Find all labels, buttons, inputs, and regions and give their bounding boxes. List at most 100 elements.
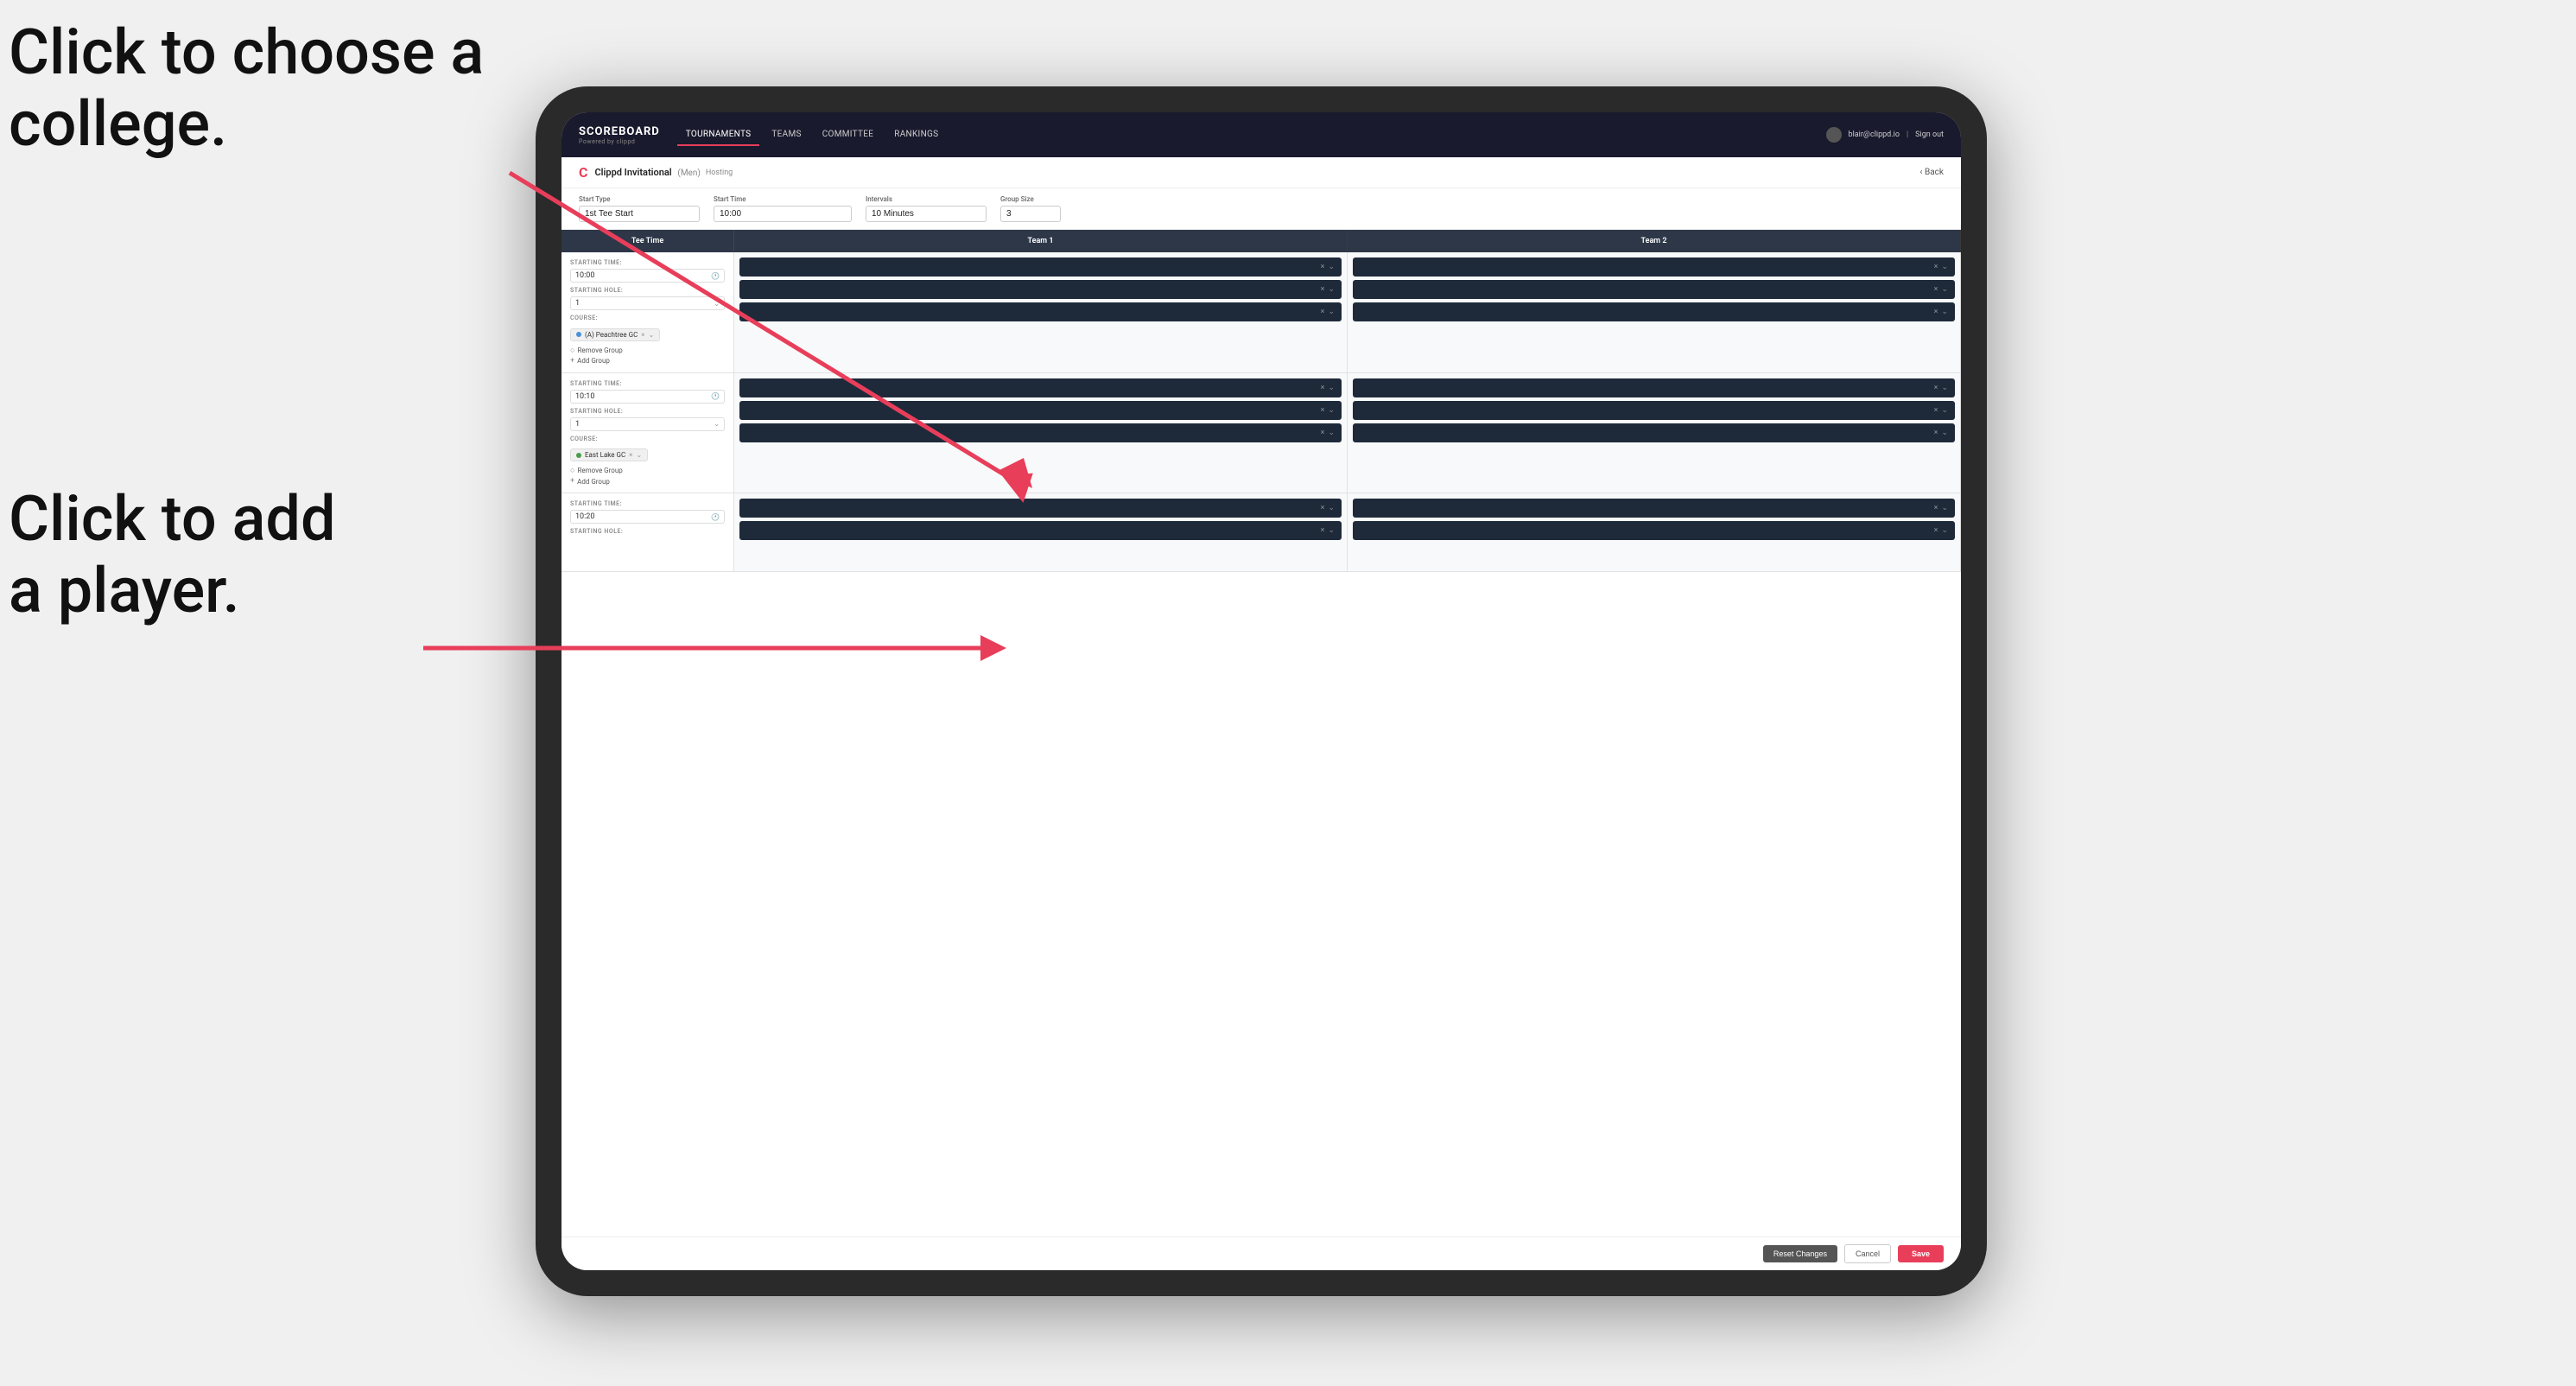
- add-group-2[interactable]: + Add Group: [570, 477, 725, 486]
- slot-arrow-2-3[interactable]: ⌄: [1941, 308, 1948, 316]
- slot-x-4-2[interactable]: ×: [1934, 406, 1938, 415]
- hole-select-1[interactable]: 1 ⌄: [570, 296, 725, 310]
- course-tag-2[interactable]: East Lake GC × ⌄: [570, 448, 648, 461]
- slot-arrow-2-2[interactable]: ⌄: [1941, 285, 1948, 294]
- slot-arrow-5-1[interactable]: ⌄: [1328, 504, 1335, 512]
- annotation-top-line2: college.: [9, 87, 227, 161]
- annotation-mid-line1: Click to add: [9, 482, 336, 556]
- slot-arrow-4-1[interactable]: ⌄: [1941, 384, 1948, 392]
- slot-x-6-1[interactable]: ×: [1934, 504, 1938, 512]
- teams-side-1: × ⌄ × ⌄: [734, 252, 1961, 372]
- back-button[interactable]: ‹ Back: [1920, 168, 1944, 177]
- logo-area: SCOREBOARD Powered by clippd: [579, 125, 660, 145]
- player-slot-4-3[interactable]: × ⌄: [1353, 423, 1955, 442]
- slot-x-2-2[interactable]: ×: [1934, 285, 1938, 294]
- cancel-button[interactable]: Cancel: [1844, 1244, 1891, 1263]
- slot-arrow-4-2[interactable]: ⌄: [1941, 406, 1948, 415]
- annotation-top-line1: Click to choose a: [9, 16, 484, 89]
- slot-arrow-1-1[interactable]: ⌄: [1328, 263, 1335, 271]
- slot-x-1-2[interactable]: ×: [1321, 285, 1325, 294]
- start-type-field: Start Type 1st Tee Start: [579, 195, 700, 222]
- starting-hole-label-3: STARTING HOLE:: [570, 528, 725, 535]
- player-slot-2-3[interactable]: × ⌄: [1353, 302, 1955, 321]
- slot-arrow-1-2[interactable]: ⌄: [1328, 285, 1335, 294]
- intervals-select[interactable]: 10 Minutes: [866, 206, 987, 222]
- starting-time-input-1[interactable]: 10:00 🕐: [570, 269, 725, 283]
- add-group-1[interactable]: + Add Group: [570, 357, 725, 366]
- save-button[interactable]: Save: [1898, 1245, 1944, 1262]
- teams-side-3: × ⌄ × ⌄: [734, 493, 1961, 571]
- remove-group-2[interactable]: ○ Remove Group: [570, 466, 725, 475]
- tablet-screen: SCOREBOARD Powered by clippd TOURNAMENTS…: [562, 112, 1961, 1270]
- slot-x-2-3[interactable]: ×: [1934, 308, 1938, 316]
- slot-arrow-3-1[interactable]: ⌄: [1328, 384, 1335, 392]
- main-nav: TOURNAMENTS TEAMS COMMITTEE RANKINGS: [677, 124, 1826, 146]
- tee-row-2: STARTING TIME: 10:10 🕐 STARTING HOLE: 1 …: [562, 373, 1961, 494]
- player-slot-3-3[interactable]: × ⌄: [739, 423, 1342, 442]
- hole-select-2[interactable]: 1 ⌄: [570, 417, 725, 431]
- player-slot-3-1[interactable]: × ⌄: [739, 378, 1342, 397]
- starting-time-input-3[interactable]: 10:20 🕐: [570, 510, 725, 524]
- slot-arrow-5-2[interactable]: ⌄: [1328, 526, 1335, 535]
- schedule-body: STARTING TIME: 10:00 🕐 STARTING HOLE: 1 …: [562, 252, 1961, 1237]
- starting-time-input-2[interactable]: 10:10 🕐: [570, 390, 725, 404]
- slot-arrow-6-1[interactable]: ⌄: [1941, 504, 1948, 512]
- reset-button[interactable]: Reset Changes: [1763, 1245, 1837, 1262]
- start-type-label: Start Type: [579, 195, 700, 203]
- slot-arrow-3-2[interactable]: ⌄: [1328, 406, 1335, 415]
- slot-x-3-1[interactable]: ×: [1321, 384, 1325, 392]
- sign-out-link[interactable]: Sign out: [1915, 130, 1944, 139]
- team1-cell-2: × ⌄ × ⌄: [734, 373, 1348, 493]
- course-label-2: COURSE:: [570, 436, 725, 442]
- group-size-label: Group Size: [1000, 195, 1061, 203]
- course-remove-2[interactable]: ×: [629, 451, 632, 459]
- nav-rankings[interactable]: RANKINGS: [885, 124, 947, 146]
- player-slot-3-2[interactable]: × ⌄: [739, 401, 1342, 420]
- group-size-select[interactable]: 3: [1000, 206, 1061, 222]
- slot-x-3-3[interactable]: ×: [1321, 429, 1325, 437]
- team1-cell-1: × ⌄ × ⌄: [734, 252, 1348, 372]
- course-remove-1[interactable]: ×: [641, 331, 644, 339]
- course-arrow-1[interactable]: ⌄: [649, 331, 655, 339]
- player-slot-6-1[interactable]: × ⌄: [1353, 499, 1955, 518]
- remove-group-1[interactable]: ○ Remove Group: [570, 346, 725, 355]
- slot-x-1-1[interactable]: ×: [1321, 263, 1325, 271]
- player-slot-2-1[interactable]: × ⌄: [1353, 257, 1955, 277]
- slot-x-1-3[interactable]: ×: [1321, 308, 1325, 316]
- user-avatar: [1826, 127, 1842, 143]
- course-tag-1[interactable]: (A) Peachtree GC × ⌄: [570, 328, 660, 341]
- player-slot-5-2[interactable]: × ⌄: [739, 521, 1342, 540]
- starting-time-label-3: STARTING TIME:: [570, 500, 725, 507]
- slot-x-3-2[interactable]: ×: [1321, 406, 1325, 415]
- player-slot-4-1[interactable]: × ⌄: [1353, 378, 1955, 397]
- player-slot-1-3[interactable]: × ⌄: [739, 302, 1342, 321]
- start-type-select[interactable]: 1st Tee Start: [579, 206, 700, 222]
- nav-committee[interactable]: COMMITTEE: [814, 124, 883, 146]
- annotation-mid: Click to add a player.: [9, 484, 336, 627]
- slot-x-5-2[interactable]: ×: [1321, 526, 1325, 535]
- player-slot-5-1[interactable]: × ⌄: [739, 499, 1342, 518]
- slot-arrow-1-3[interactable]: ⌄: [1328, 308, 1335, 316]
- intervals-label: Intervals: [866, 195, 987, 203]
- player-slot-4-2[interactable]: × ⌄: [1353, 401, 1955, 420]
- hosting-badge: Hosting: [706, 168, 733, 177]
- slot-arrow-2-1[interactable]: ⌄: [1941, 263, 1948, 271]
- slot-arrow-4-3[interactable]: ⌄: [1941, 429, 1948, 437]
- slot-x-6-2[interactable]: ×: [1934, 526, 1938, 535]
- annotation-mid-line2: a player.: [9, 554, 240, 627]
- slot-arrow-3-3[interactable]: ⌄: [1328, 429, 1335, 437]
- player-slot-1-1[interactable]: × ⌄: [739, 257, 1342, 277]
- slot-x-2-1[interactable]: ×: [1934, 263, 1938, 271]
- slot-x-4-1[interactable]: ×: [1934, 384, 1938, 392]
- nav-tournaments[interactable]: TOURNAMENTS: [677, 124, 760, 146]
- course-arrow-2[interactable]: ⌄: [636, 451, 642, 459]
- slot-x-4-3[interactable]: ×: [1934, 429, 1938, 437]
- config-row: Start Type 1st Tee Start Start Time Inte…: [562, 188, 1961, 230]
- player-slot-1-2[interactable]: × ⌄: [739, 280, 1342, 299]
- start-time-input[interactable]: [714, 206, 852, 222]
- nav-teams[interactable]: TEAMS: [763, 124, 809, 146]
- slot-x-5-1[interactable]: ×: [1321, 504, 1325, 512]
- player-slot-2-2[interactable]: × ⌄: [1353, 280, 1955, 299]
- player-slot-6-2[interactable]: × ⌄: [1353, 521, 1955, 540]
- slot-arrow-6-2[interactable]: ⌄: [1941, 526, 1948, 535]
